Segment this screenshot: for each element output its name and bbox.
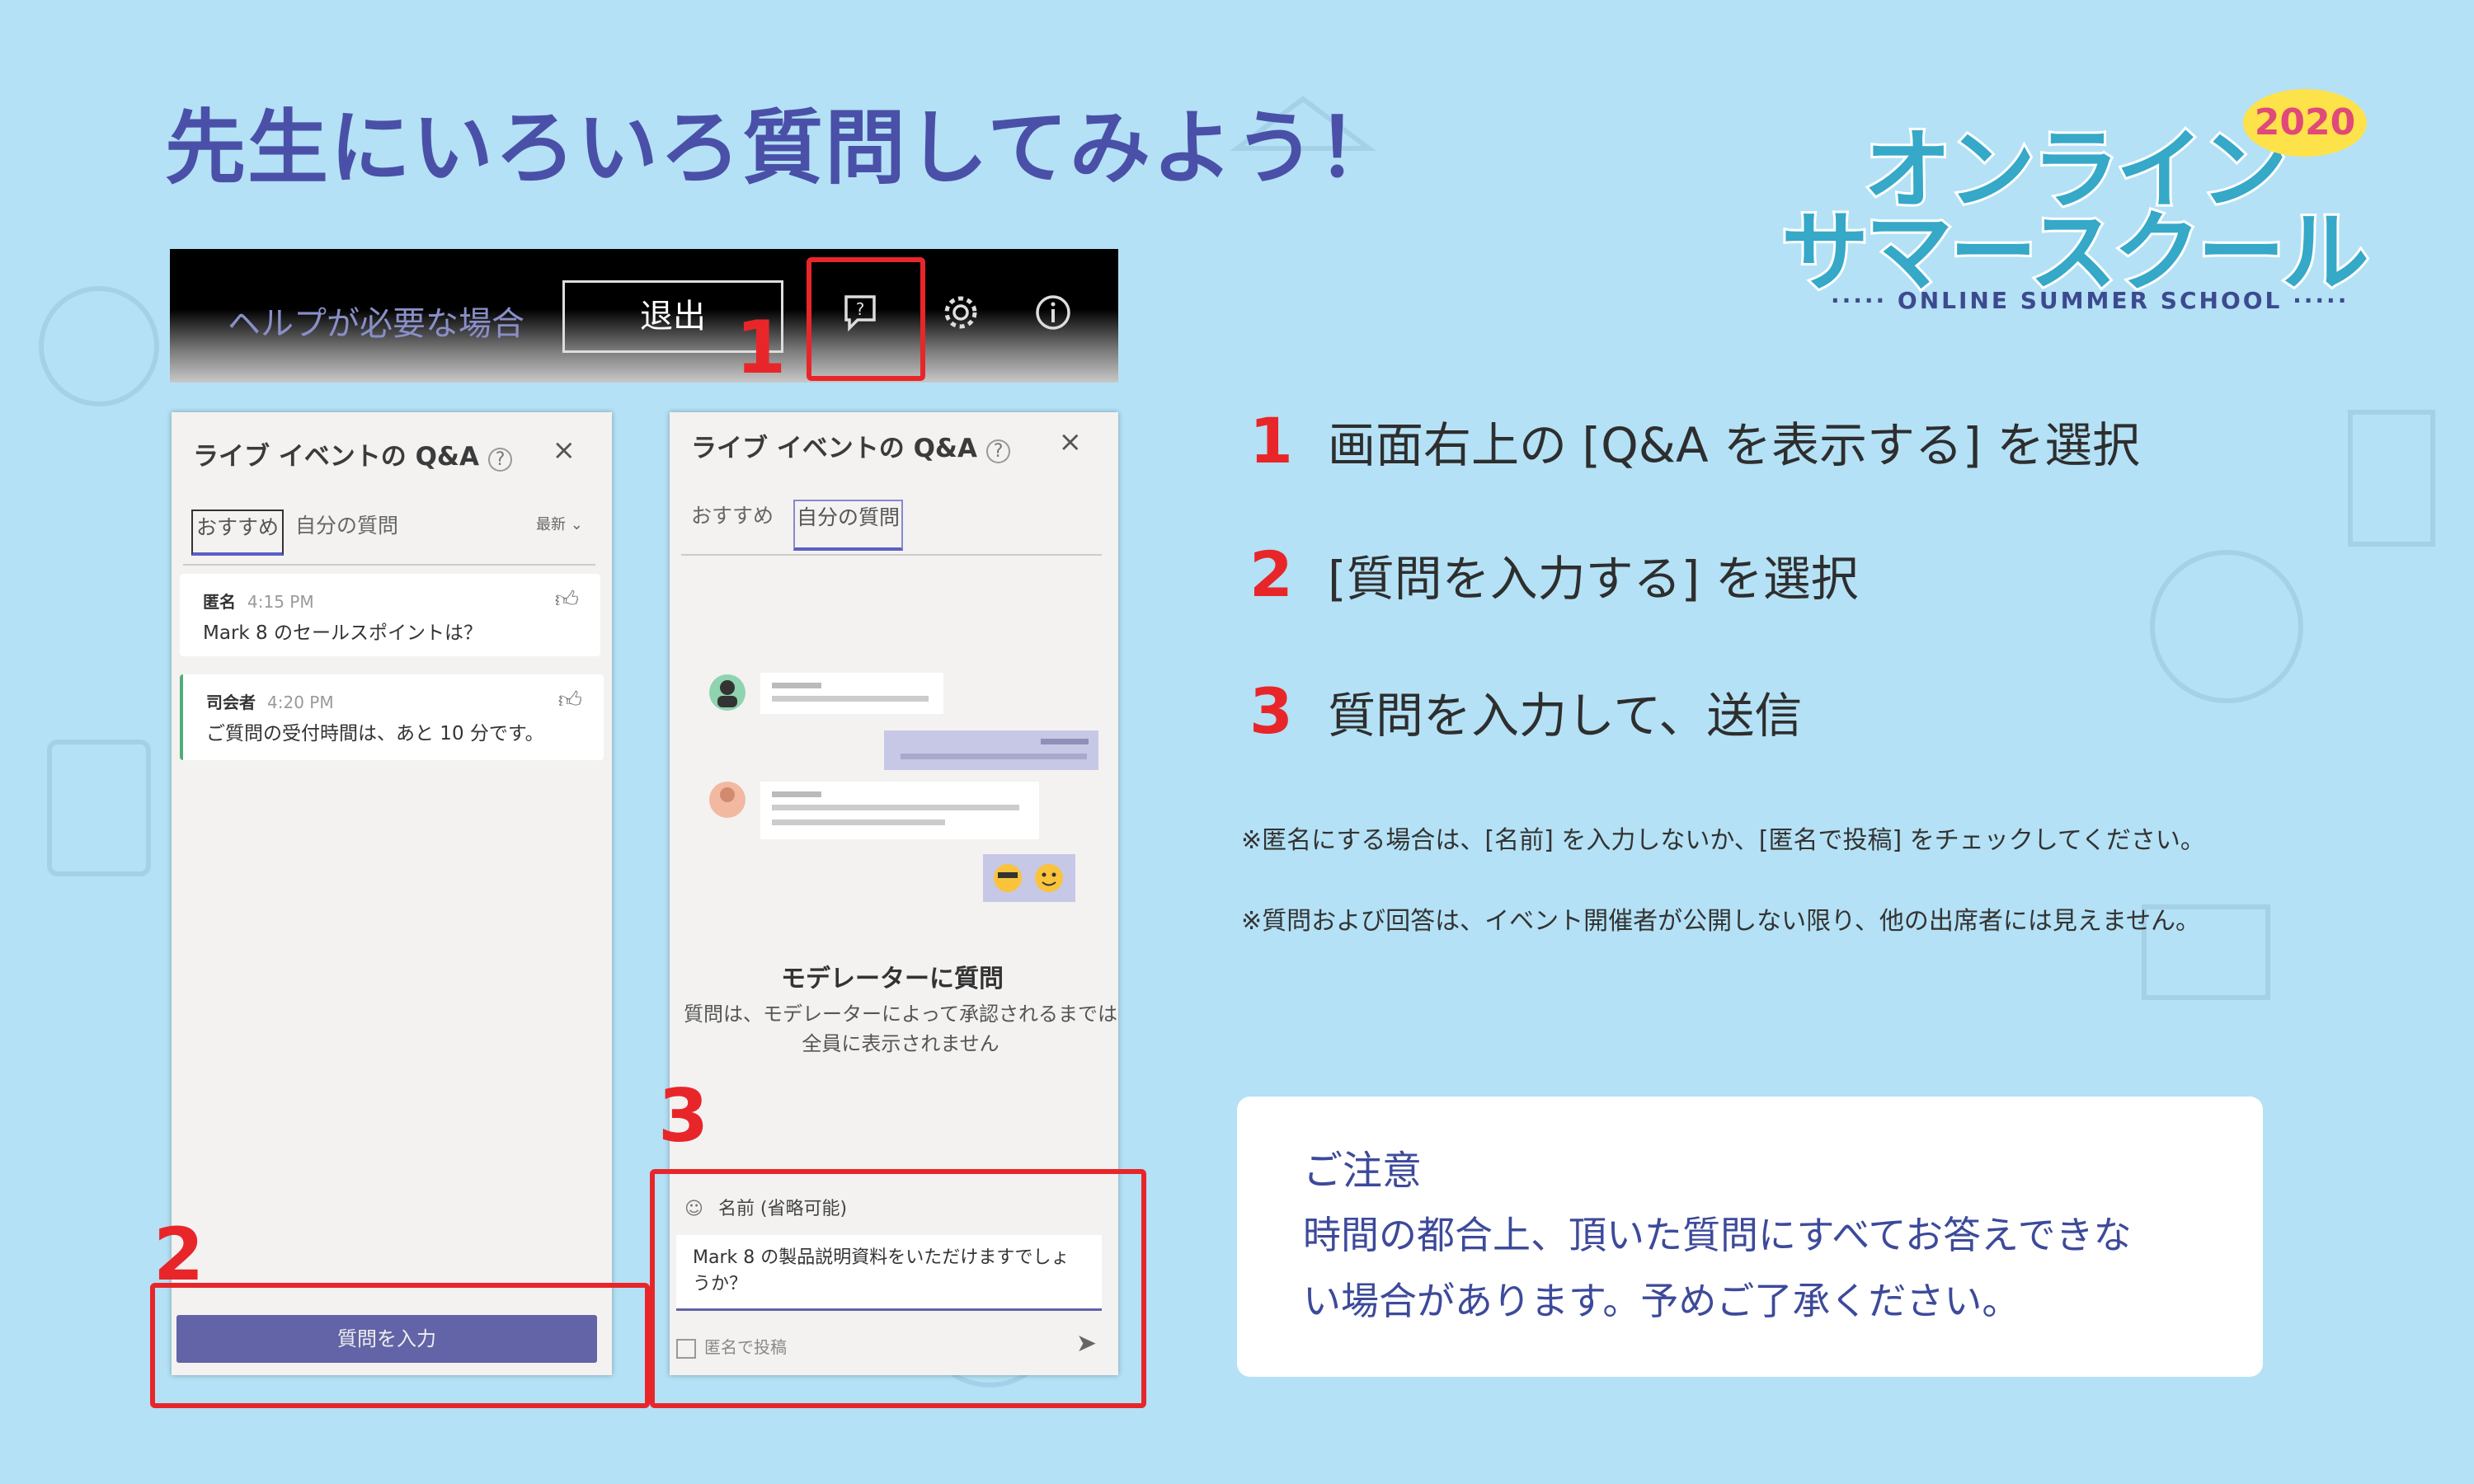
caution-body: 時間の都合上、頂いた質問にすべてお答えできな い場合があります。予めご了承くださ…: [1303, 1202, 2210, 1334]
panel-title: ライブ イベントの Q&A ?: [193, 435, 513, 472]
list-item[interactable]: 匿名 4:15 PM Mark 8 のセールスポイントは？ 👍︎: [180, 574, 600, 656]
step-3-number: 3: [1249, 674, 1293, 748]
step-2: 2 [質問を入力する] を選択: [1249, 538, 1859, 611]
step-2-text: [質問を入力する] を選択: [1328, 550, 1859, 607]
highlight-box-compose: [650, 1169, 1146, 1408]
close-icon[interactable]: ×: [553, 434, 576, 467]
logo-year-badge: 2020: [2243, 89, 2367, 157]
highlight-box-qa-icon: [807, 257, 925, 381]
step-3-text: 質問を入力して、送信: [1328, 687, 1803, 744]
help-link[interactable]: ヘルプが必要な場合: [228, 297, 524, 345]
callout-number-1: 1: [736, 305, 787, 390]
note-visibility: ※質問および回答は、イベント開催者が公開しない限り、他の出席者には見えません。: [1241, 907, 2201, 936]
info-icon[interactable]: [1032, 292, 1074, 333]
message-text: Mark 8 のセールスポイントは？: [203, 622, 482, 644]
panel-title: ライブ イベントの Q&A ?: [691, 427, 1011, 464]
tab-recommended[interactable]: おすすめ: [691, 500, 774, 529]
message-author-name: 匿名: [203, 592, 236, 612]
panel-title-text: ライブ イベントの Q&A: [193, 442, 479, 472]
qa-panel-left: ライブ イベントの Q&A ? × おすすめ 自分の質問 最新 ⌄ 匿名 4:15…: [172, 412, 612, 1375]
step-1-number: 1: [1249, 404, 1293, 477]
moderator-title: モデレーターに質問: [781, 965, 1004, 993]
step-3: 3 質問を入力して、送信: [1249, 674, 1802, 748]
caution-line2: い場合があります。予めご了承ください。: [1303, 1279, 2020, 1323]
message-author: 司会者 4:20 PM: [206, 689, 334, 713]
step-1-text: 画面右上の [Q&A を表示する] を選択: [1328, 416, 2141, 473]
tab-my-questions[interactable]: 自分の質問: [295, 510, 398, 539]
step-2-number: 2: [1249, 538, 1293, 611]
highlight-box-ask-button: [150, 1283, 650, 1408]
step-1: 1 画面右上の [Q&A を表示する] を選択: [1249, 404, 2140, 477]
tab-divider: [681, 554, 1102, 556]
tab-recommended[interactable]: おすすめ: [191, 510, 285, 556]
teams-toolbar: ヘルプが必要な場合 退出 ?: [170, 249, 1118, 383]
help-circle-icon[interactable]: ?: [985, 439, 1011, 463]
message-text: ご質問の受付時間は、あと 10 分です。: [206, 723, 544, 744]
chat-illustration: [709, 673, 1098, 902]
caution-box: ご注意 時間の都合上、頂いた質問にすべてお答えできな い場合があります。予めご了…: [1237, 1097, 2263, 1377]
callout-number-2: 2: [153, 1212, 205, 1297]
moderator-description-line1: 質問は、モデレーターによって承認されるまでは: [683, 1003, 1118, 1026]
message-time: 4:20 PM: [267, 693, 334, 712]
logo-subtitle: ····· ONLINE SUMMER SCHOOL ·····: [1831, 287, 2349, 314]
moderator-description-line2: 全員に表示されません: [802, 1032, 999, 1055]
moderator-description: 質問は、モデレーターによって承認されるまでは 全員に表示されません: [670, 999, 1131, 1059]
summer-school-logo: オンライン サマースクール 2020 ····· ONLINE SUMMER S…: [1773, 82, 2372, 322]
tab-divider: [183, 564, 595, 566]
caution-title: ご注意: [1303, 1148, 1423, 1194]
message-time: 4:15 PM: [247, 592, 314, 612]
like-icon[interactable]: 👍︎: [558, 686, 582, 714]
list-item[interactable]: 司会者 4:20 PM ご質問の受付時間は、あと 10 分です。 👍︎: [180, 674, 604, 760]
tab-my-questions[interactable]: 自分の質問: [793, 500, 904, 551]
message-author-name: 司会者: [206, 693, 256, 712]
help-circle-icon[interactable]: ?: [487, 448, 513, 472]
panel-title-text: ライブ イベントの Q&A: [691, 434, 977, 463]
sort-dropdown[interactable]: 最新 ⌄: [536, 513, 583, 534]
callout-number-3: 3: [658, 1073, 709, 1158]
page-title: 先生にいろいろ質問してみよう！: [165, 101, 1400, 195]
close-icon[interactable]: ×: [1059, 425, 1083, 458]
gear-icon[interactable]: [940, 292, 981, 333]
note-anonymous: ※匿名にする場合は、[名前] を入力しないか、[匿名で投稿] をチェックしてくだ…: [1241, 826, 2205, 855]
caution-line1: 時間の都合上、頂いた質問にすべてお答えできな: [1303, 1213, 2132, 1257]
like-icon[interactable]: 👍︎: [555, 585, 579, 613]
message-author: 匿名 4:15 PM: [203, 589, 314, 613]
